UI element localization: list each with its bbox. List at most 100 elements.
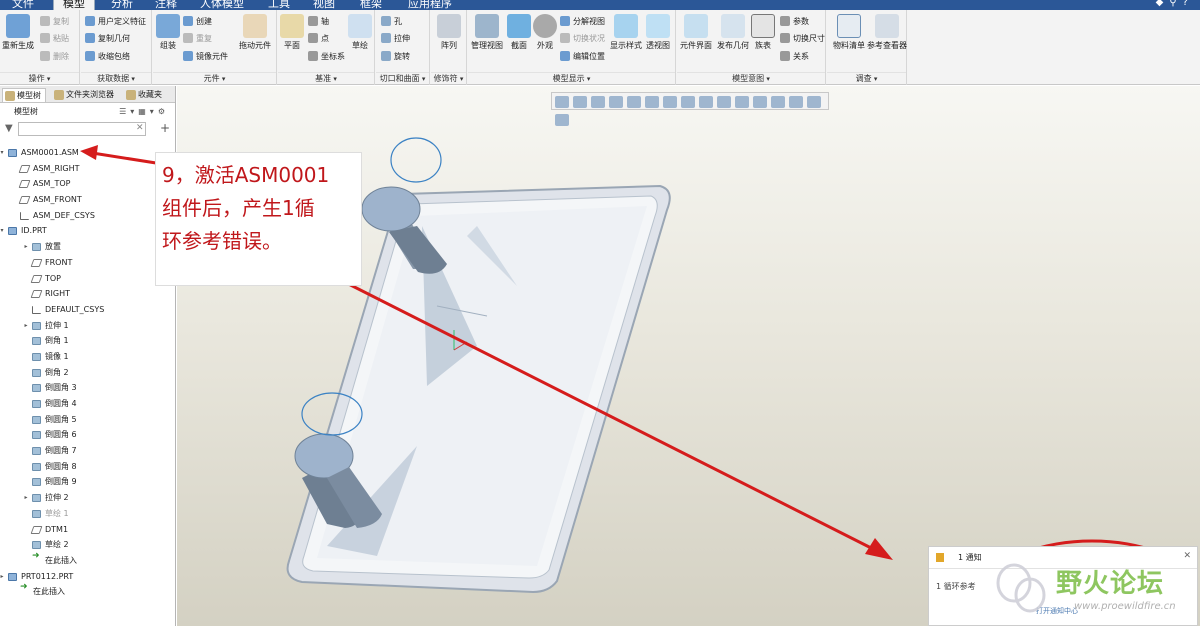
point-button[interactable]: 点	[308, 32, 329, 45]
copy-geometry-button[interactable]: 复制几何	[85, 32, 130, 45]
tree-item[interactable]: 倒圆角 4	[0, 396, 176, 412]
tab-human-model[interactable]: 人体模型	[200, 0, 244, 10]
section-view-icon[interactable]	[681, 96, 695, 108]
exploded-view-button[interactable]: 分解视图	[560, 15, 605, 28]
paste-button[interactable]: 粘贴	[40, 32, 69, 45]
window-controls[interactable]: ◆⚲?	[1156, 0, 1194, 8]
switch-dimensions-button[interactable]: 切换尺寸	[780, 32, 825, 45]
group-label[interactable]: 模型显示	[468, 72, 675, 84]
expand-closed-icon[interactable]: ▸	[22, 239, 30, 255]
group-label[interactable]: 调查	[827, 72, 906, 84]
edit-position-button[interactable]: 编辑位置	[560, 50, 605, 63]
tree-item[interactable]: TOP	[0, 271, 176, 287]
tree-item[interactable]: DTM1	[0, 522, 176, 538]
tree-item[interactable]: 镜像 1	[0, 349, 176, 365]
display-style-icon[interactable]	[627, 96, 641, 108]
hole-button[interactable]: 孔	[381, 15, 402, 28]
group-label[interactable]: 修饰符	[431, 72, 466, 84]
expand-closed-icon[interactable]: ▸	[0, 569, 6, 585]
tree-item[interactable]: 倒圆角 9	[0, 474, 176, 490]
tree-item[interactable]: 倒圆角 3	[0, 380, 176, 396]
tree-item[interactable]: 倒圆角 8	[0, 459, 176, 475]
select-icon[interactable]	[807, 96, 821, 108]
view-manager-icon[interactable]	[663, 96, 677, 108]
tree-item[interactable]: 草绘 2	[0, 537, 176, 553]
tab-model[interactable]: 模型	[53, 0, 95, 10]
tab-file[interactable]: 文件	[12, 0, 34, 10]
group-label[interactable]: 获取数据	[81, 72, 151, 84]
repaint-icon[interactable]	[609, 96, 623, 108]
expand-closed-icon[interactable]: ▸	[22, 318, 30, 334]
tree-item[interactable]: 倒圆角 7	[0, 443, 176, 459]
toggle-status-button[interactable]: 切换状况	[560, 32, 605, 45]
axis-button[interactable]: 轴	[308, 15, 329, 28]
refit-icon[interactable]	[555, 96, 569, 108]
orient-icon[interactable]	[555, 114, 569, 126]
repeat-button[interactable]: 重复	[183, 32, 212, 45]
tree-item[interactable]: ▸ 拉伸 1	[0, 318, 176, 334]
saved-views-icon[interactable]	[645, 96, 659, 108]
csys-button[interactable]: 坐标系	[308, 50, 345, 63]
appearance-icon[interactable]	[771, 96, 785, 108]
tree-settings-icon[interactable]: ☰▾▦▾⚙	[119, 103, 169, 120]
create-button[interactable]: 创建	[183, 15, 212, 28]
tree-item[interactable]: 倒角 1	[0, 333, 176, 349]
named-view-icon[interactable]	[789, 96, 803, 108]
tree-item[interactable]: 倒圆角 6	[0, 427, 176, 443]
copy-button[interactable]: 复制	[40, 15, 69, 28]
regenerate-button[interactable]: 重新生成	[0, 14, 40, 51]
shrinkwrap-button[interactable]: 收缩包络	[85, 50, 130, 63]
mirror-component-button[interactable]: 镜像元件	[183, 50, 228, 63]
family-table-button[interactable]: 族表	[741, 14, 785, 51]
tree-item[interactable]: 倒角 2	[0, 365, 176, 381]
tab-favorites[interactable]: 收藏夹	[124, 88, 172, 102]
spin-center-icon[interactable]	[753, 96, 767, 108]
parameters-button[interactable]: 参数	[780, 15, 809, 28]
user-defined-feature-button[interactable]: 用户定义特征	[85, 15, 146, 28]
expand-open-icon[interactable]: ▾	[0, 145, 6, 161]
add-icon[interactable]: +	[160, 121, 170, 135]
arrowhead-icon	[80, 145, 98, 160]
tree-item[interactable]: ▸ 拉伸 2	[0, 490, 176, 506]
delete-button[interactable]: 删除	[40, 50, 69, 63]
tab-annotate[interactable]: 注释	[155, 0, 177, 10]
group-label[interactable]: 元件	[153, 72, 276, 84]
tab-analysis[interactable]: 分析	[111, 0, 133, 10]
close-icon[interactable]: ✕	[1183, 551, 1191, 561]
tree-search-input[interactable]	[18, 122, 146, 136]
tab-applications[interactable]: 应用程序	[408, 0, 452, 10]
group-label[interactable]: 操作	[0, 72, 79, 84]
group-label[interactable]: 基准	[278, 72, 374, 84]
zoom-in-icon[interactable]	[573, 96, 587, 108]
tree-item[interactable]: ASM_DEF_CSYS	[0, 208, 176, 224]
tree-item[interactable]: ▸ 放置	[0, 239, 176, 255]
tree-item[interactable]: ▾ ID.PRT	[0, 223, 176, 239]
tree-item[interactable]: FRONT	[0, 255, 176, 271]
tree-item[interactable]: 草绘 1	[0, 506, 176, 522]
reference-viewer-button[interactable]: 参考查看器	[865, 14, 909, 51]
datum-display-icon[interactable]	[717, 96, 731, 108]
perspective-icon[interactable]	[699, 96, 713, 108]
zoom-out-icon[interactable]	[591, 96, 605, 108]
group-label[interactable]: 切口和曲面	[376, 72, 429, 84]
revolve-button[interactable]: 旋转	[381, 50, 410, 63]
expand-open-icon[interactable]: ▾	[0, 223, 6, 239]
tree-item[interactable]: DEFAULT_CSYS	[0, 302, 176, 318]
tree-item[interactable]: RIGHT	[0, 286, 176, 302]
tree-item[interactable]: 倒圆角 5	[0, 412, 176, 428]
tab-view[interactable]: 视图	[313, 0, 335, 10]
tab-tools[interactable]: 工具	[268, 0, 290, 10]
filter-icon[interactable]: ▼	[5, 123, 13, 134]
tab-folder-browser[interactable]: 文件夹浏览器	[52, 88, 116, 102]
clear-icon[interactable]: ✕	[136, 123, 144, 133]
tab-framework[interactable]: 框架	[360, 0, 382, 10]
tree-item[interactable]: ASM_FRONT	[0, 192, 176, 208]
extrude-button[interactable]: 拉伸	[381, 32, 410, 45]
tab-model-tree[interactable]: 模型树	[2, 88, 46, 102]
tree-item[interactable]: 在此插入	[0, 549, 176, 569]
group-label[interactable]: 模型意图	[677, 72, 825, 84]
annotation-display-icon[interactable]	[735, 96, 749, 108]
expand-closed-icon[interactable]: ▸	[22, 490, 30, 506]
tree-item[interactable]: 在此插入	[0, 580, 176, 600]
relations-button[interactable]: 关系	[780, 50, 809, 63]
